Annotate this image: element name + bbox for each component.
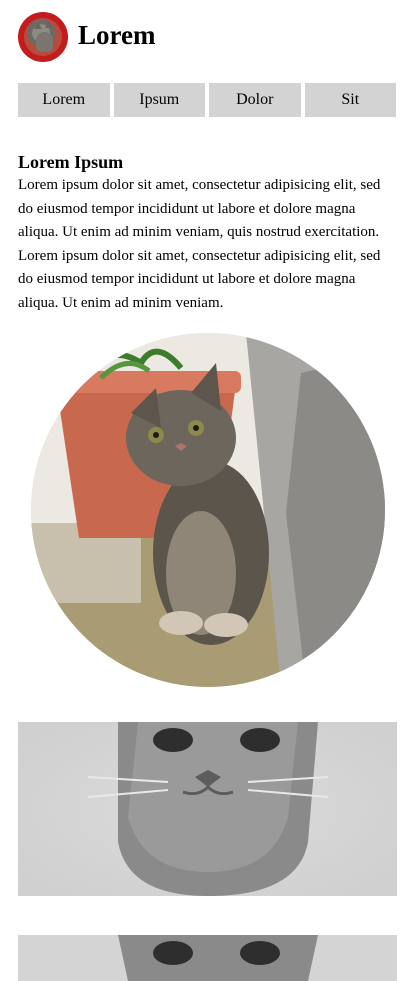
nav-item-ipsum[interactable]: Ipsum	[113, 83, 205, 117]
circle-photo	[31, 333, 385, 687]
gray-kitten-illustration	[18, 935, 397, 981]
header: Lorem	[18, 12, 399, 62]
gray-kitten-banner	[18, 722, 397, 896]
avatar-cat-shape	[36, 32, 53, 52]
article: Lorem Ipsum Lorem ipsum dolor sit amet, …	[18, 150, 396, 315]
avatar-cat-ear	[34, 22, 42, 29]
avatar[interactable]	[18, 12, 68, 62]
gray-kitten-illustration	[18, 722, 397, 896]
gray-kitten-banner	[18, 935, 397, 981]
nav-item-dolor[interactable]: Dolor	[209, 83, 301, 117]
page-title: Lorem	[78, 20, 156, 50]
avatar-cat-ear	[45, 21, 53, 28]
article-title: Lorem Ipsum	[18, 152, 124, 172]
nav-item-sit[interactable]: Sit	[304, 83, 396, 117]
article-body: Lorem ipsum dolor sit amet, consectetur …	[18, 177, 381, 311]
nav-item-lorem[interactable]: Lorem	[18, 83, 110, 117]
kitten-photo-illustration	[31, 333, 385, 687]
nav-bar: Lorem Ipsum Dolor Sit	[18, 83, 396, 117]
